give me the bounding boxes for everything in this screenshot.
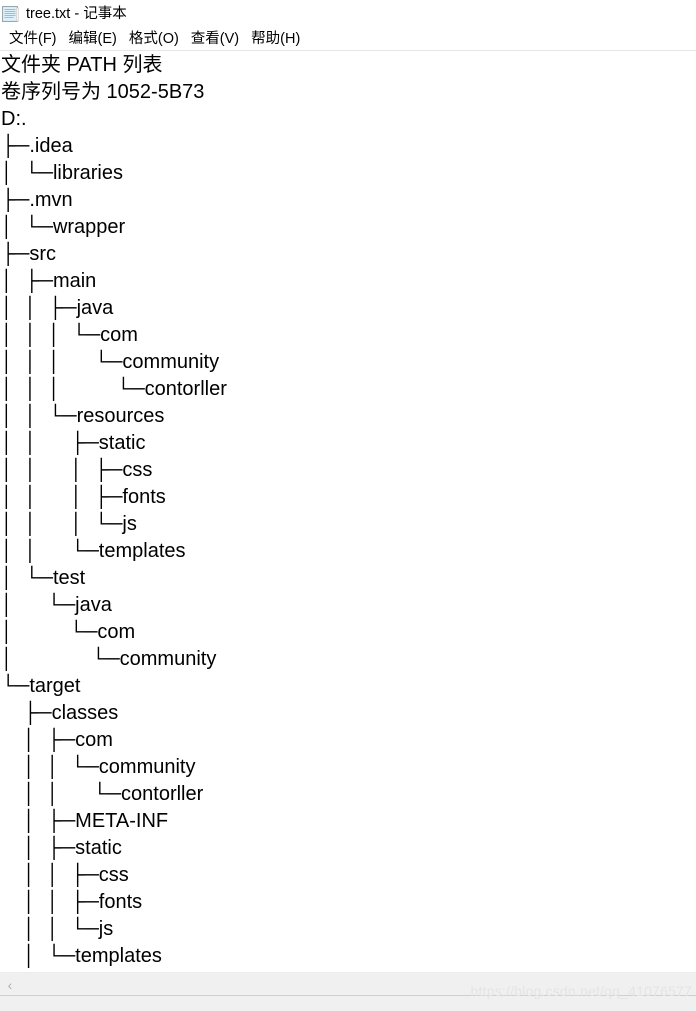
text-line: ├─.mvn — [1, 189, 73, 211]
title-bar: tree.txt - 记事本 — [0, 0, 696, 28]
text-line: │ │ │ └─contorller — [1, 378, 227, 400]
notepad-document-icon — [2, 5, 19, 23]
text-editor-area[interactable]: 文件夹 PATH 列表卷序列号为 1052-5B73 D:. ├─.idea │ └─… — [0, 52, 696, 972]
text-line: D:. — [1, 108, 27, 130]
text-line: │ └─com — [1, 621, 136, 643]
text-line: │ │ └─community — [1, 756, 196, 778]
watermark-text: https://blog.csdn.net/qq_41076577 — [470, 983, 692, 999]
text-line: │ │ │ └─com — [1, 324, 138, 346]
chevron-left-icon[interactable]: ‹ — [2, 977, 18, 993]
text-line: │ │ └─templates — [1, 540, 186, 562]
menu-item-format[interactable]: 格式(O) — [123, 32, 185, 47]
text-line: │ │ │ └─js — [1, 513, 137, 535]
text-line: │ │ │ ├─fonts — [1, 486, 166, 508]
text-line: │ ├─main — [1, 270, 97, 292]
text-line: ├─src — [1, 243, 56, 265]
text-line: │ └─libraries — [1, 162, 123, 184]
text-line: │ │ ├─java — [1, 297, 114, 319]
text-line: │ │ ├─css — [1, 864, 129, 886]
text-line: │ │ └─js — [1, 918, 114, 940]
text-line: │ │ │ ├─css — [1, 459, 153, 481]
text-line: │ └─community — [1, 648, 217, 670]
text-line: │ └─templates — [1, 945, 162, 967]
window-title: tree.txt - 记事本 — [26, 5, 127, 22]
text-line: ├─classes — [1, 702, 119, 724]
text-line: │ │ ├─fonts — [1, 891, 143, 913]
text-line: │ ├─com — [1, 729, 113, 751]
text-line: │ ├─static — [1, 837, 122, 859]
text-line: ├─.idea — [1, 135, 73, 157]
text-line: │ │ └─contorller — [1, 783, 204, 805]
text-line: │ └─wrapper — [1, 216, 126, 238]
horizontal-scrollbar[interactable]: ‹ https://blog.csdn.net/qq_41076577 — [0, 972, 696, 1011]
text-line: │ │ ├─static — [1, 432, 146, 454]
menu-item-edit[interactable]: 编辑(E) — [63, 32, 123, 47]
text-line: 文件夹 PATH 列表 — [1, 54, 163, 76]
menu-item-help[interactable]: 帮助(H) — [245, 32, 306, 47]
menu-bar: 文件(F) 编辑(E) 格式(O) 查看(V) 帮助(H) — [0, 28, 696, 51]
menu-item-view[interactable]: 查看(V) — [185, 32, 245, 47]
menu-item-file[interactable]: 文件(F) — [3, 32, 63, 47]
text-line: │ │ │ └─community — [1, 351, 220, 373]
text-line: 卷序列号为 1052-5B73 — [1, 81, 205, 103]
text-line: └─target — [1, 675, 81, 697]
text-line: │ └─test — [1, 567, 86, 589]
text-line: │ │ └─resources — [1, 405, 165, 427]
text-line: │ └─java — [1, 594, 112, 616]
text-line: │ ├─META-INF — [1, 810, 169, 832]
